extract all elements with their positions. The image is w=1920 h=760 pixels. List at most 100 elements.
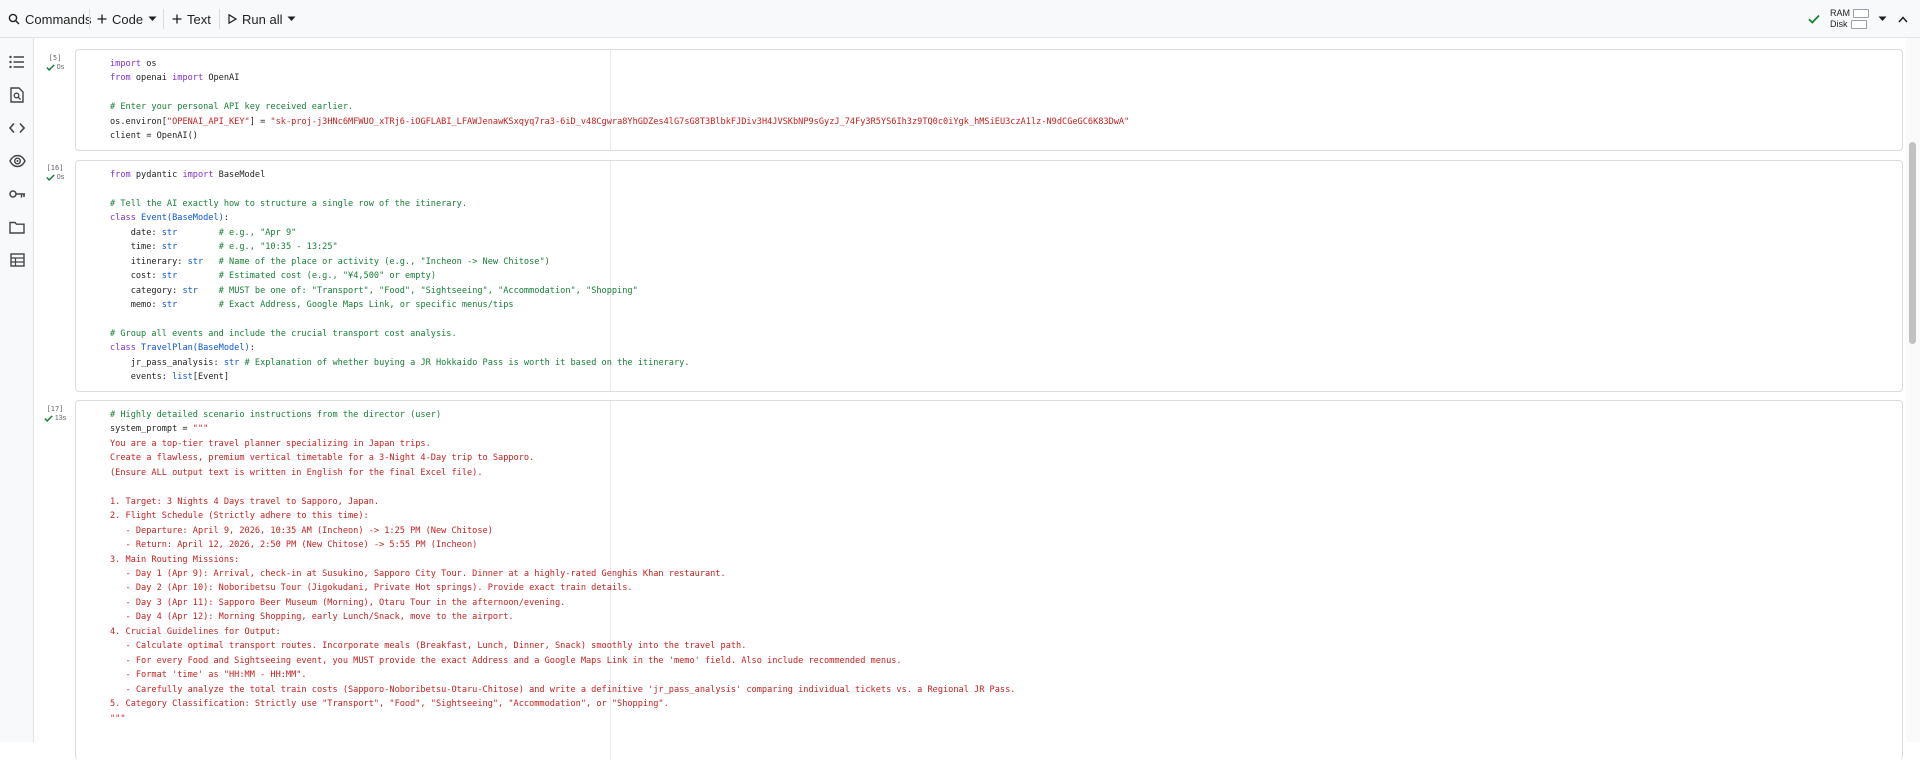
- play-icon: [228, 14, 237, 24]
- code-token: # Name of the place or activity (e.g., "…: [218, 256, 550, 267]
- code-token: """: [192, 424, 209, 435]
- code-token: str: [161, 242, 178, 253]
- code-line: from pydantic import BaseModel: [110, 170, 265, 180]
- ram-usage-bar: [1853, 9, 1869, 19]
- code-line: Create a flawless, premium vertical time…: [110, 453, 534, 463]
- execution-time: 0s: [56, 174, 65, 181]
- execution-count: [5]: [48, 54, 62, 62]
- code-token: 1. Target: 3 Nights 4 Days travel to Sap…: [110, 496, 380, 507]
- disk-label: Disk: [1830, 19, 1848, 29]
- code-token: # Highly detailed scenario instructions …: [110, 410, 442, 420]
- code-token: # Exact Address, Google Maps Link, or sp…: [218, 300, 514, 311]
- code-token: # Explanation of whether buying a JR Hok…: [244, 357, 690, 368]
- code-line: You are a top-tier travel planner specia…: [110, 439, 431, 449]
- data-table-icon[interactable]: [7, 250, 27, 270]
- code-line: class TravelPlan(BaseModel):: [110, 343, 255, 353]
- code-line: - Day 4 (Apr 12): Morning Shopping, earl…: [110, 612, 514, 622]
- code-token: jr_pass_analysis:: [110, 357, 224, 368]
- code-token: # MUST be one of: "Transport", "Food", "…: [218, 285, 638, 296]
- runtime-options-button[interactable]: [1878, 8, 1887, 30]
- files-folder-icon[interactable]: [7, 217, 27, 237]
- code-editor[interactable]: import os from openai import OpenAI # En…: [110, 57, 1129, 144]
- table-of-contents-icon[interactable]: [7, 52, 27, 72]
- code-line: """: [110, 714, 126, 724]
- code-token: [Event]: [192, 372, 230, 383]
- code-cell[interactable]: import os from openai import OpenAI # En…: [75, 49, 1903, 151]
- cell-run-status[interactable]: [17] 13s: [40, 405, 70, 422]
- toolbar-divider: [163, 9, 164, 29]
- code-line: jr_pass_analysis: str # Explanation of w…: [110, 358, 690, 368]
- notebook-scrollbar-thumb[interactable]: [1909, 142, 1916, 344]
- chevron-down-icon: [287, 16, 296, 22]
- collapse-toolbar-button[interactable]: [1898, 8, 1908, 30]
- code-line: - Day 1 (Apr 9): Arrival, check-in at Su…: [110, 569, 726, 579]
- code-line: import os: [110, 59, 157, 69]
- code-line: - Day 3 (Apr 11): Sapporo Beer Museum (M…: [110, 597, 566, 608]
- code-line: os.environ["OPENAI_API_KEY"] = "sk-proj-…: [110, 117, 1129, 127]
- code-line: - For every Food and Sightseeing event, …: [110, 656, 902, 666]
- code-token: openai: [130, 73, 173, 84]
- add-text-cell-button[interactable]: Text: [172, 8, 211, 30]
- code-token: """: [110, 713, 126, 724]
- code-token: str: [161, 271, 178, 282]
- code-token: class: [110, 213, 136, 224]
- code-token: - Calculate optimal transport routes. In…: [110, 641, 747, 652]
- success-check-icon: [44, 415, 53, 422]
- code-token: os.environ[: [110, 116, 167, 127]
- run-all-button[interactable]: Run all: [228, 8, 282, 30]
- chevron-up-icon: [1898, 15, 1908, 23]
- toolbar-divider: [219, 9, 220, 29]
- code-cell-options-button[interactable]: [148, 8, 157, 30]
- code-token: list: [172, 372, 193, 383]
- code-line: 4. Crucial Guidelines for Output:: [110, 627, 281, 637]
- cell-run-status[interactable]: [16] 0s: [40, 164, 70, 181]
- code-token: - Return: April 12, 2026, 2:50 PM (New C…: [110, 540, 478, 551]
- commands-button[interactable]: Commands: [8, 8, 91, 30]
- add-code-cell-button[interactable]: Code: [97, 8, 143, 30]
- code-line: events: list[Event]: [110, 372, 229, 382]
- resource-monitor[interactable]: RAM Disk: [1830, 8, 1869, 30]
- code-line: - Calculate optimal transport routes. In…: [110, 641, 747, 652]
- code-token: # Estimated cost (e.g., "¥4,500" or empt…: [218, 271, 436, 282]
- cell-run-status[interactable]: [5] 0s: [40, 54, 70, 71]
- code-token: import: [172, 73, 204, 84]
- code-token: - Carefully analyze the total train cost…: [110, 684, 1016, 695]
- find-icon[interactable]: [7, 85, 27, 105]
- code-token: # e.g., "Apr 9": [218, 227, 297, 238]
- code-token: - Day 2 (Apr 10): Noboribetsu Tour (Jigo…: [110, 583, 633, 594]
- code-token: - Departure: April 9, 2026, 10:35 AM (In…: [110, 525, 493, 536]
- code-line: date: str # e.g., "Apr 9": [110, 227, 297, 238]
- execution-count: [16]: [46, 164, 64, 172]
- code-token: BaseModel: [213, 170, 266, 180]
- code-token: system_prompt =: [110, 424, 193, 435]
- code-line: # Highly detailed scenario instructions …: [110, 410, 441, 420]
- code-editor[interactable]: # Highly detailed scenario instructions …: [110, 408, 1015, 726]
- code-token: ] =: [249, 116, 271, 127]
- code-cell[interactable]: # Highly detailed scenario instructions …: [75, 400, 1903, 760]
- code-token: - Format 'time' as "HH:MM - HH:MM".: [110, 670, 307, 681]
- text-label: Text: [187, 11, 211, 27]
- code-token: TravelPlan(BaseModel): [135, 343, 250, 354]
- code-token: str: [161, 300, 178, 311]
- variables-icon[interactable]: [7, 151, 27, 171]
- secrets-key-icon[interactable]: [7, 184, 27, 204]
- code-token: - Day 3 (Apr 11): Sapporo Beer Museum (M…: [110, 597, 566, 608]
- run-options-button[interactable]: [287, 8, 296, 30]
- code-token: os: [141, 59, 157, 69]
- code-cell[interactable]: from pydantic import BaseModel # Tell th…: [75, 160, 1903, 392]
- code-line: - Format 'time' as "HH:MM - HH:MM".: [110, 670, 307, 680]
- code-token: str: [161, 227, 178, 238]
- code-snippets-icon[interactable]: [7, 118, 27, 138]
- code-token: OpenAI: [203, 73, 240, 84]
- code-line: - Departure: April 9, 2026, 10:35 AM (In…: [110, 526, 493, 536]
- code-token: import: [110, 59, 142, 69]
- code-editor[interactable]: from pydantic import BaseModel # Tell th…: [110, 168, 690, 385]
- code-token: You are a top-tier travel planner specia…: [110, 438, 431, 449]
- code-token: itinerary:: [110, 256, 188, 267]
- commands-label: Commands: [25, 11, 92, 27]
- code-token: Event(BaseModel): [135, 213, 224, 224]
